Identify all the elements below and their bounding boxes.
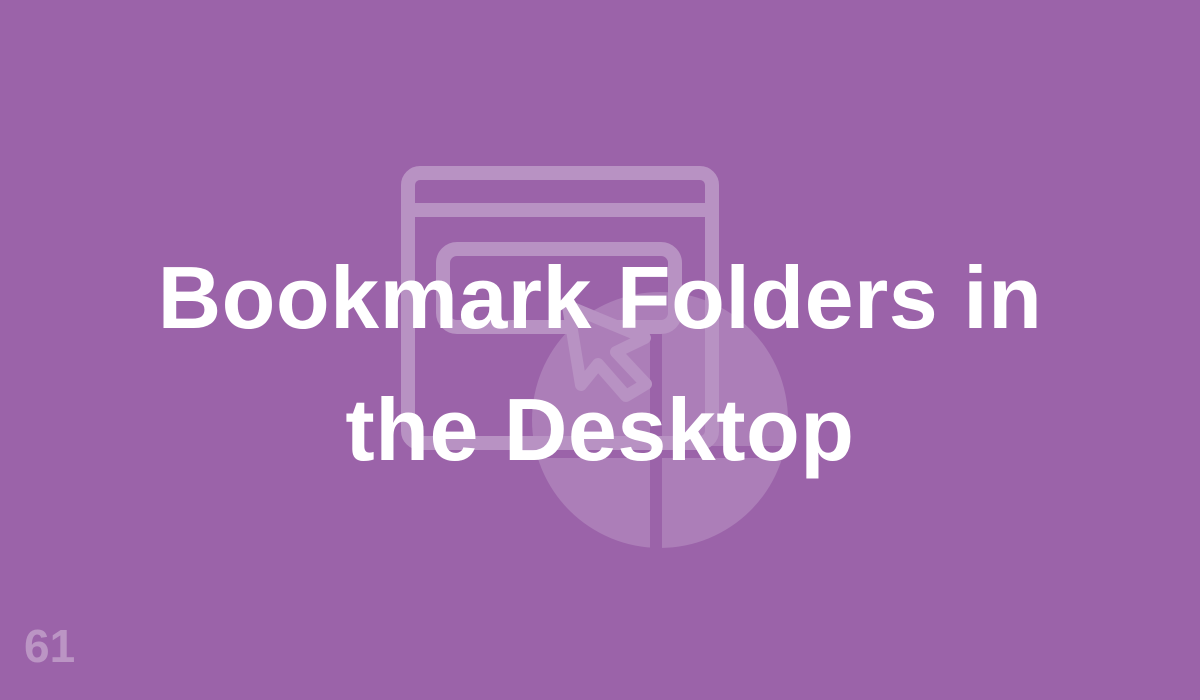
page-title: Bookmark Folders in the Desktop [0, 232, 1200, 496]
title-line-2: the Desktop [345, 380, 855, 479]
title-line-1: Bookmark Folders in [157, 248, 1043, 347]
page-number: 61 [24, 620, 76, 672]
title-card: Bookmark Folders in the Desktop 61 [0, 0, 1200, 700]
